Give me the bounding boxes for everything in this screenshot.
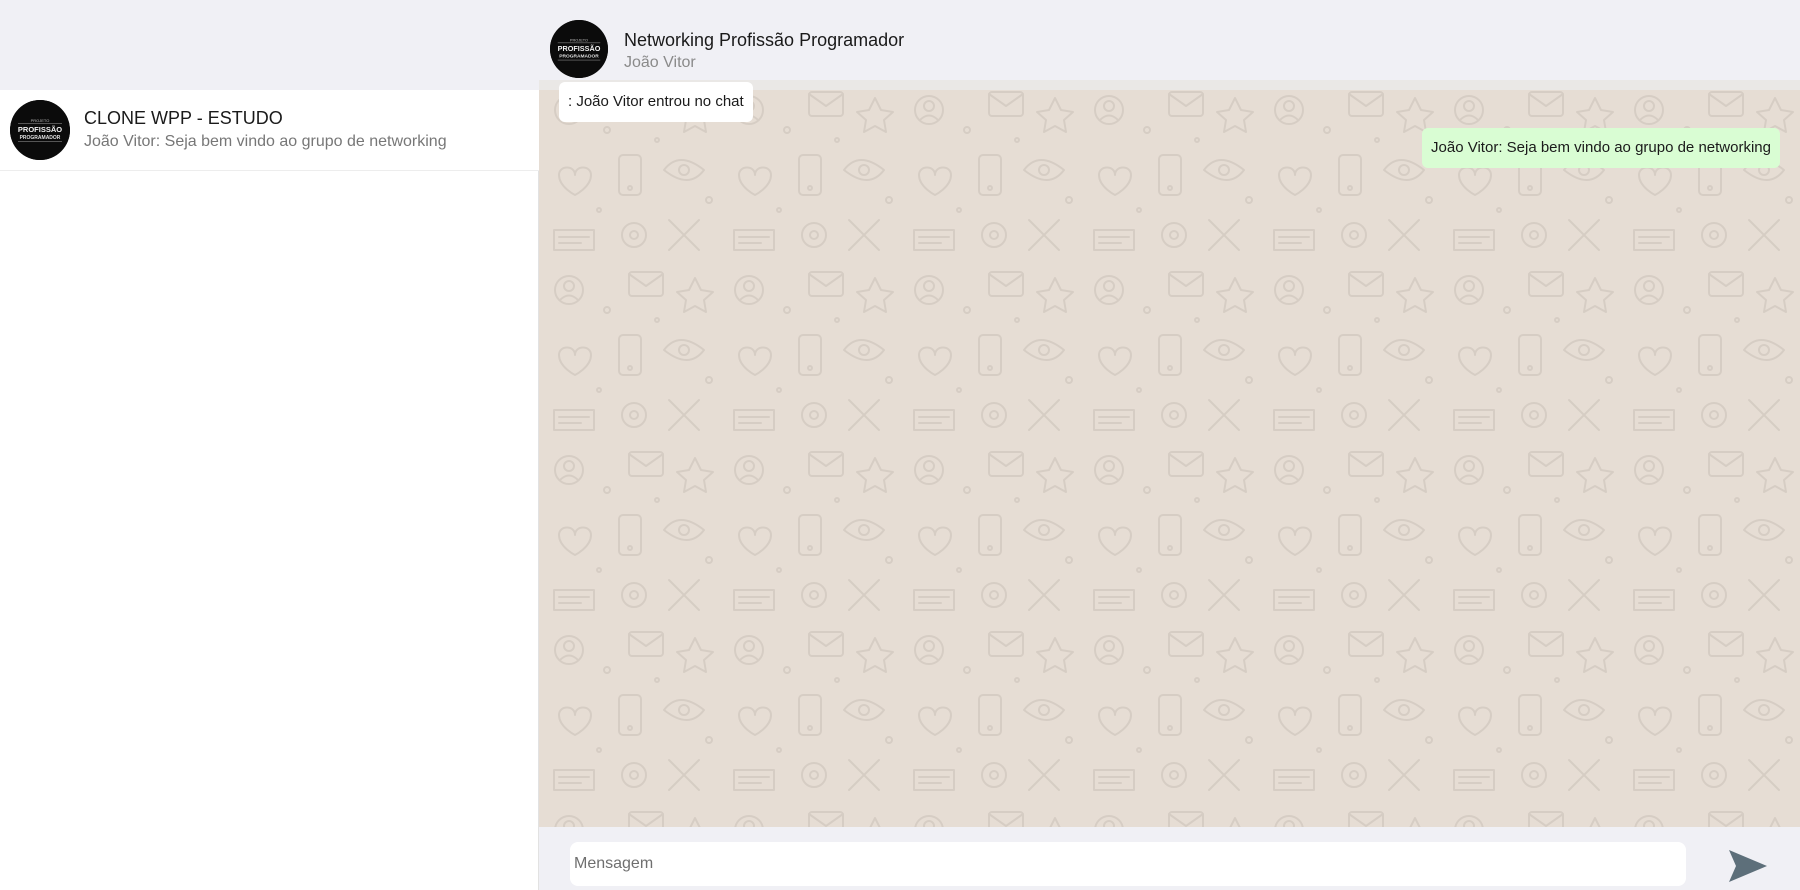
chat-subtitle: João Vitor bbox=[624, 54, 696, 71]
projeto-profissao-programador-logo: PROJETO PROFISSÃO PROGRAMADOR bbox=[550, 20, 608, 78]
chat-wallpaper bbox=[539, 80, 1800, 827]
svg-text:PROFISSÃO: PROFISSÃO bbox=[558, 44, 601, 53]
chat-title: Networking Profissão Programador bbox=[624, 30, 905, 50]
sidebar: PROJETO PROFISSÃO PROGRAMADOR CLONE WPP … bbox=[0, 0, 539, 890]
messages-area[interactable]: : João Vitor entrou no chat João Vitor: … bbox=[539, 80, 1800, 827]
chat-panel: PROJETO PROFISSÃO PROGRAMADOR Networking… bbox=[539, 0, 1800, 890]
svg-text:PROGRAMADOR: PROGRAMADOR bbox=[559, 54, 599, 60]
composer bbox=[539, 827, 1800, 890]
chat-list-item[interactable]: PROJETO PROFISSÃO PROGRAMADOR CLONE WPP … bbox=[0, 90, 539, 171]
send-button[interactable] bbox=[1724, 846, 1772, 886]
svg-text:PROGRAMADOR: PROGRAMADOR bbox=[20, 135, 61, 141]
app: PROJETO PROFISSÃO PROGRAMADOR CLONE WPP … bbox=[0, 0, 1800, 890]
group-avatar: PROJETO PROFISSÃO PROGRAMADOR bbox=[10, 100, 70, 160]
chat-avatar[interactable]: PROJETO PROFISSÃO PROGRAMADOR bbox=[550, 20, 608, 78]
sidebar-header bbox=[0, 0, 539, 90]
svg-text:PROJETO: PROJETO bbox=[570, 38, 588, 42]
chat-header[interactable]: PROJETO PROFISSÃO PROGRAMADOR Networking… bbox=[539, 0, 1800, 80]
svg-text:PROFISSÃO: PROFISSÃO bbox=[18, 125, 62, 134]
svg-text:PROJETO: PROJETO bbox=[31, 118, 50, 123]
chat-item-title: CLONE WPP - ESTUDO bbox=[84, 108, 283, 128]
outgoing-message[interactable]: João Vitor: Seja bem vindo ao grupo de n… bbox=[1422, 128, 1780, 168]
message-input[interactable] bbox=[570, 842, 1686, 886]
projeto-profissao-programador-logo: PROJETO PROFISSÃO PROGRAMADOR bbox=[10, 100, 70, 160]
chat-item-preview: João Vitor: Seja bem vindo ao grupo de n… bbox=[84, 133, 447, 150]
system-message: : João Vitor entrou no chat bbox=[559, 82, 753, 122]
send-icon bbox=[1729, 850, 1767, 882]
